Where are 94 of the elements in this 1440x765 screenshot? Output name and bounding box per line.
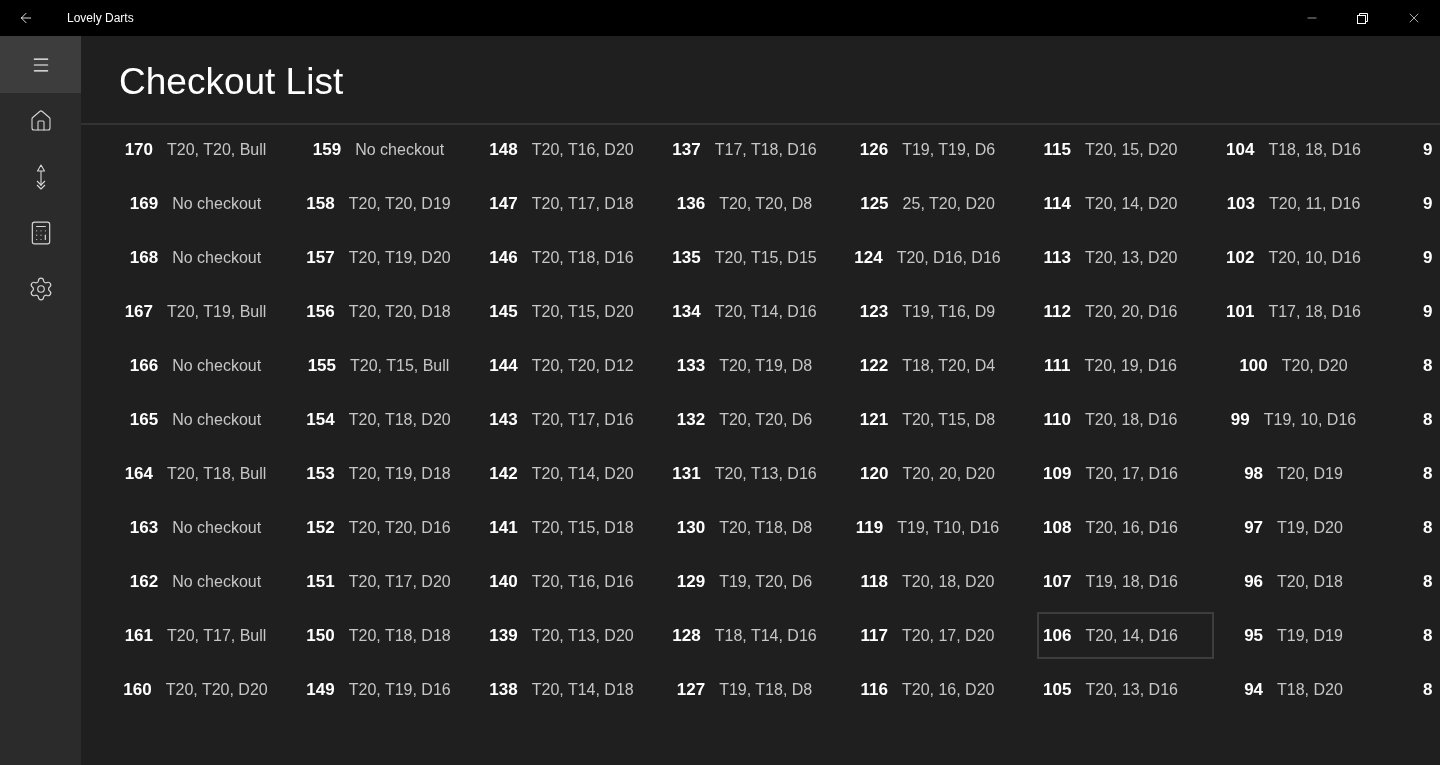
checkout-item[interactable]: 9 — [1403, 288, 1440, 335]
checkout-item[interactable]: 119 T19, T10, D16 — [854, 504, 1031, 551]
checkout-item[interactable]: 149 T20, T19, D16 — [305, 666, 482, 713]
checkout-item[interactable]: 101 T17, 18, D16 — [1220, 288, 1397, 335]
checkout-item[interactable]: 155 T20, T15, Bull — [305, 342, 482, 389]
checkout-item[interactable]: 103 T20, 11, D16 — [1220, 180, 1397, 227]
checkout-item[interactable]: 111 T20, 19, D16 — [1037, 342, 1214, 389]
checkout-item[interactable]: 112 T20, 20, D16 — [1037, 288, 1214, 335]
checkout-item[interactable]: 124 T20, D16, D16 — [854, 234, 1031, 281]
checkout-item[interactable]: 131 T20, T13, D16 — [671, 450, 848, 497]
checkout-item[interactable]: 9 — [1403, 234, 1440, 281]
back-icon — [18, 10, 34, 26]
checkout-item[interactable]: 165 No checkout — [122, 396, 299, 443]
checkout-item[interactable]: 143 T20, T17, D16 — [488, 396, 665, 443]
checkout-item[interactable]: 122 T18, T20, D4 — [854, 342, 1031, 389]
checkout-item[interactable]: 116 T20, 16, D20 — [854, 666, 1031, 713]
checkout-item[interactable]: 120 T20, 20, D20 — [854, 450, 1031, 497]
checkout-item[interactable]: 152 T20, T20, D16 — [305, 504, 482, 551]
checkout-item[interactable]: 150 T20, T18, D18 — [305, 612, 482, 659]
checkout-item[interactable]: 126 T19, T19, D6 — [854, 126, 1031, 173]
checkout-item[interactable]: 104 T18, 18, D16 — [1220, 126, 1397, 173]
checkout-item[interactable]: 98 T20, D19 — [1220, 450, 1397, 497]
checkout-item[interactable]: 136 T20, T20, D8 — [671, 180, 848, 227]
checkout-item[interactable]: 97 T19, D20 — [1220, 504, 1397, 551]
checkout-item[interactable]: 148 T20, T16, D20 — [488, 126, 665, 173]
checkout-item[interactable]: 94 T18, D20 — [1220, 666, 1397, 713]
checkout-item[interactable]: 121 T20, T15, D8 — [854, 396, 1031, 443]
checkout-item[interactable]: 164 T20, T18, Bull — [122, 450, 299, 497]
checkout-item[interactable]: 127 T19, T18, D8 — [671, 666, 848, 713]
checkout-item[interactable]: 113 T20, 13, D20 — [1037, 234, 1214, 281]
checkout-item[interactable]: 8 — [1403, 504, 1440, 551]
checkout-item[interactable]: 9 — [1403, 126, 1440, 173]
checkout-item[interactable]: 115 T20, 15, D20 — [1037, 126, 1214, 173]
checkout-item[interactable]: 153 T20, T19, D18 — [305, 450, 482, 497]
checkout-item[interactable]: 167 T20, T19, Bull — [122, 288, 299, 335]
checkout-item[interactable]: 110 T20, 18, D16 — [1037, 396, 1214, 443]
checkout-item[interactable]: 140 T20, T16, D16 — [488, 558, 665, 605]
checkout-item[interactable]: 139 T20, T13, D20 — [488, 612, 665, 659]
checkout-item[interactable]: 151 T20, T17, D20 — [305, 558, 482, 605]
window-title: Lovely Darts — [67, 10, 134, 27]
checkout-item[interactable]: 132 T20, T20, D6 — [671, 396, 848, 443]
checkout-item[interactable]: 105 T20, 13, D16 — [1037, 666, 1214, 713]
checkout-item[interactable]: 128 T18, T14, D16 — [671, 612, 848, 659]
home-icon — [28, 109, 53, 133]
checkout-item[interactable]: 145 T20, T15, D20 — [488, 288, 665, 335]
checkout-item[interactable]: 142 T20, T14, D20 — [488, 450, 665, 497]
checkout-item[interactable]: 144 T20, T20, D12 — [488, 342, 665, 389]
checkout-item[interactable]: 102 T20, 10, D16 — [1220, 234, 1397, 281]
checkout-item[interactable]: 117 T20, 17, D20 — [854, 612, 1031, 659]
checkout-item[interactable]: 134 T20, T14, D16 — [671, 288, 848, 335]
checkout-item[interactable]: 8 — [1403, 558, 1440, 605]
checkout-item[interactable]: 158 T20, T20, D19 — [305, 180, 482, 227]
checkout-item[interactable]: 8 — [1403, 396, 1440, 443]
restore-icon — [1357, 12, 1368, 24]
checkout-item[interactable]: 99 T19, 10, D16 — [1220, 396, 1397, 443]
checkout-item[interactable]: 8 — [1403, 666, 1440, 713]
checkout-item[interactable]: 159 No checkout — [305, 126, 482, 173]
checkout-item[interactable]: 107 T19, 18, D16 — [1037, 558, 1214, 605]
checkout-item[interactable]: 129 T19, T20, D6 — [671, 558, 848, 605]
checkout-item[interactable]: 163 No checkout — [122, 504, 299, 551]
checkout-item[interactable]: 146 T20, T18, D16 — [488, 234, 665, 281]
checkout-item[interactable]: 154 T20, T18, D20 — [305, 396, 482, 443]
checkout-item[interactable]: 125 25, T20, D20 — [854, 180, 1031, 227]
checkout-item[interactable]: 109 T20, 17, D16 — [1037, 450, 1214, 497]
checkout-item[interactable]: 96 T20, D18 — [1220, 558, 1397, 605]
checkout-item[interactable]: 133 T20, T19, D8 — [671, 342, 848, 389]
checkout-item[interactable]: 123 T19, T16, D9 — [854, 288, 1031, 335]
checkout-item[interactable]: 135 T20, T15, D15 — [671, 234, 848, 281]
checkout-item[interactable]: 118 T20, 18, D20 — [854, 558, 1031, 605]
checkout-item[interactable]: 170 T20, T20, Bull — [122, 126, 299, 173]
checkout-item[interactable]: 108 T20, 16, D16 — [1037, 504, 1214, 551]
checkout-item[interactable]: 8 — [1403, 450, 1440, 497]
checkout-item[interactable]: 160 T20, T20, D20 — [122, 666, 299, 713]
checkout-item[interactable]: 130 T20, T18, D8 — [671, 504, 848, 551]
checkout-item[interactable]: 106 T20, 14, D16 — [1037, 612, 1214, 659]
checkout-item[interactable]: 8 — [1403, 612, 1440, 659]
checkout-item[interactable]: 156 T20, T20, D18 — [305, 288, 482, 335]
checkout-item[interactable]: 138 T20, T14, D18 — [488, 666, 665, 713]
checkout-item[interactable]: 168 No checkout — [122, 234, 299, 281]
checkout-item[interactable]: 141 T20, T15, D18 — [488, 504, 665, 551]
checkout-item[interactable]: 8 — [1403, 342, 1440, 389]
checkout-item[interactable]: 169 No checkout — [122, 180, 299, 227]
checkout-item[interactable]: 114 T20, 14, D20 — [1037, 180, 1214, 227]
arrow-icon — [34, 164, 47, 190]
checkout-item[interactable]: 100 T20, D20 — [1220, 342, 1397, 389]
page-title: Checkout List — [119, 63, 344, 100]
checkout-item[interactable]: 9 — [1403, 180, 1440, 227]
checkout-item[interactable]: 95 T19, D19 — [1220, 612, 1397, 659]
checkout-item[interactable]: 161 T20, T17, Bull — [122, 612, 299, 659]
checkout-item[interactable]: 147 T20, T17, D18 — [488, 180, 665, 227]
checkout-item[interactable]: 166 No checkout — [122, 342, 299, 389]
checkout-item[interactable]: 162 No checkout — [122, 558, 299, 605]
checkout-item[interactable]: 157 T20, T19, D20 — [305, 234, 482, 281]
checkout-item[interactable]: 137 T17, T18, D16 — [671, 126, 848, 173]
